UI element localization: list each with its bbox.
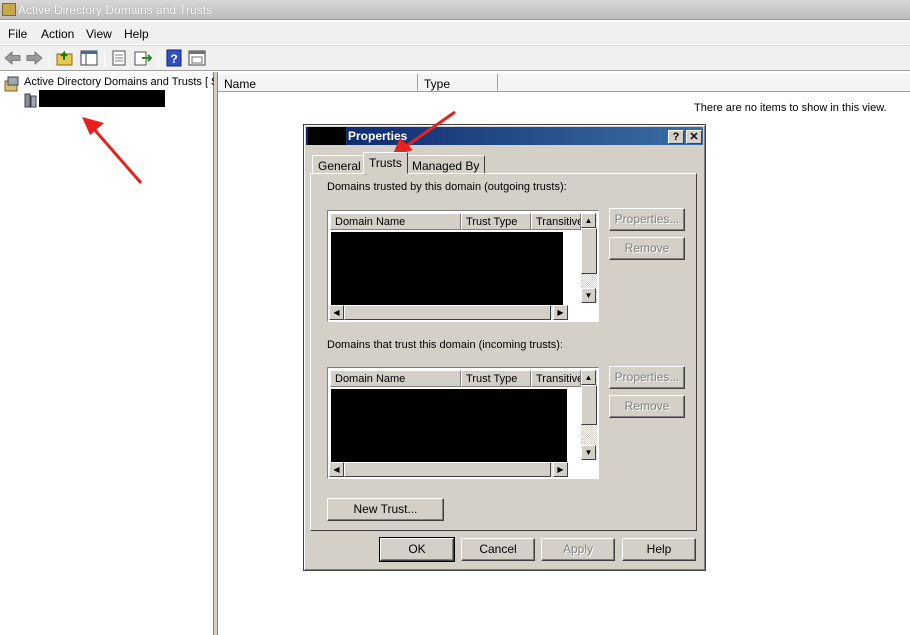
up-folder-icon[interactable] (55, 49, 75, 67)
cancel-button[interactable]: Cancel (461, 538, 535, 561)
menu-view[interactable]: View (86, 27, 112, 41)
column-domain-name[interactable]: Domain Name (330, 370, 461, 387)
show-hide-tree-icon[interactable] (79, 49, 99, 67)
incoming-remove-button[interactable]: Remove (609, 395, 685, 418)
ad-domains-app-icon (2, 3, 16, 16)
console-icon[interactable] (187, 49, 207, 67)
toolbar-separator (49, 50, 50, 67)
properties-dialog: Properties ? ✕ General Trusts Managed By… (303, 124, 706, 571)
column-header-name[interactable]: Name (218, 74, 418, 92)
tab-trusts[interactable]: Trusts (363, 152, 408, 174)
outgoing-remove-button[interactable]: Remove (609, 237, 685, 260)
dialog-title-bar: Properties ? ✕ (306, 127, 703, 145)
column-transitive[interactable]: Transitive (531, 213, 581, 230)
scroll-down-icon[interactable]: ▼ (581, 445, 596, 460)
redacted-domain-title (308, 127, 346, 145)
outgoing-properties-button[interactable]: Properties... (609, 208, 685, 231)
window-title-bar: Active Directory Domains and Trusts (0, 0, 910, 20)
scroll-thumb[interactable] (344, 305, 551, 320)
help-icon[interactable]: ? (164, 49, 184, 67)
outgoing-trusts-label: Domains trusted by this domain (outgoing… (327, 181, 567, 193)
horizontal-scrollbar[interactable]: ◀ ▶ (329, 462, 568, 477)
back-arrow-icon[interactable] (3, 49, 23, 67)
column-trust-type[interactable]: Trust Type (461, 370, 531, 387)
dialog-title: Properties (348, 129, 408, 143)
scroll-up-icon[interactable]: ▲ (581, 370, 596, 385)
column-header-type[interactable]: Type (418, 74, 498, 92)
scroll-thumb[interactable] (581, 385, 597, 425)
scroll-right-icon[interactable]: ▶ (553, 462, 568, 477)
scroll-left-icon[interactable]: ◀ (329, 462, 344, 477)
toolbar: ? (0, 45, 910, 71)
tab-managed-by[interactable]: Managed By (406, 155, 486, 175)
scroll-left-icon[interactable]: ◀ (329, 305, 344, 320)
new-trust-button[interactable]: New Trust... (327, 498, 444, 521)
incoming-properties-button[interactable]: Properties... (609, 366, 685, 389)
window-title: Active Directory Domains and Trusts (18, 3, 213, 17)
vertical-scrollbar[interactable]: ▲ ▼ (581, 370, 597, 460)
tree-root-label[interactable]: Active Directory Domains and Trusts [ S (24, 76, 218, 88)
column-header-filler (498, 74, 910, 92)
menu-help[interactable]: Help (124, 27, 149, 41)
outgoing-trusts-list[interactable]: Domain Name Trust Type Transitive ▲ ▼ ◀ … (327, 210, 599, 322)
column-domain-name[interactable]: Domain Name (330, 213, 461, 230)
menu-bar: File Action View Help (0, 22, 910, 44)
help-button[interactable]: Help (622, 538, 696, 561)
incoming-trusts-list[interactable]: Domain Name Trust Type Transitive ▲ ▼ ◀ … (327, 367, 599, 479)
forward-arrow-icon[interactable] (24, 49, 44, 67)
domain-icon (24, 93, 37, 108)
toolbar-separator (104, 50, 105, 67)
help-question-button[interactable]: ? (668, 130, 684, 144)
trusts-tab-panel: Domains trusted by this domain (outgoing… (310, 173, 697, 531)
scroll-right-icon[interactable]: ▶ (553, 305, 568, 320)
column-transitive[interactable]: Transitive (531, 370, 581, 387)
console-tree: Active Directory Domains and Trusts [ S (0, 72, 218, 635)
properties-icon[interactable] (109, 49, 129, 67)
scroll-down-icon[interactable]: ▼ (581, 288, 596, 303)
incoming-trusts-label: Domains that trust this domain (incoming… (327, 339, 563, 351)
menu-action[interactable]: Action (41, 27, 74, 41)
tab-general[interactable]: General (312, 155, 367, 175)
export-list-icon[interactable] (133, 49, 153, 67)
close-button[interactable]: ✕ (686, 130, 702, 144)
toolbar-separator (158, 50, 159, 67)
apply-button[interactable]: Apply (541, 538, 615, 561)
scroll-thumb[interactable] (344, 462, 551, 477)
redacted-domain-name[interactable] (39, 90, 165, 107)
horizontal-scrollbar[interactable]: ◀ ▶ (329, 305, 568, 320)
menu-file[interactable]: File (8, 27, 27, 41)
column-trust-type[interactable]: Trust Type (461, 213, 531, 230)
scroll-up-icon[interactable]: ▲ (581, 213, 596, 228)
ok-button[interactable]: OK (379, 537, 455, 562)
empty-view-message: There are no items to show in this view. (694, 102, 887, 114)
vertical-scrollbar[interactable]: ▲ ▼ (581, 213, 597, 303)
ad-domains-trusts-icon (4, 76, 19, 92)
scroll-thumb[interactable] (581, 228, 597, 274)
svg-text:?: ? (170, 52, 177, 66)
